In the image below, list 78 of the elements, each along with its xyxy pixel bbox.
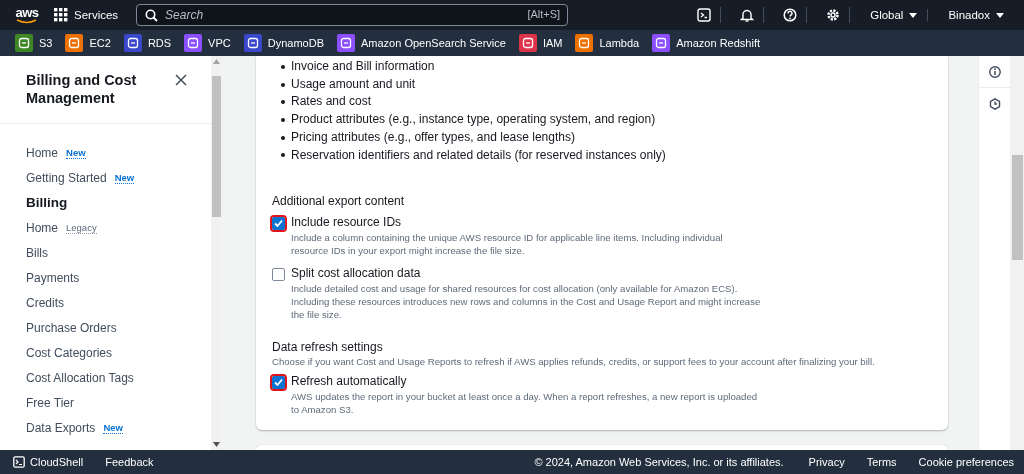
close-button[interactable] [175,74,187,86]
caret-icon [996,12,1004,18]
info-icon [988,65,1001,78]
nav-section-heading: Billing [26,195,68,210]
nav-link[interactable]: Credits [26,295,64,310]
nav-link[interactable]: Cost Allocation Tags [26,370,134,385]
nav-link[interactable]: Free Tier [26,395,74,410]
services-menu-button[interactable]: Services [54,8,119,22]
footer-link[interactable]: Terms [866,456,897,468]
list-item: Rates and cost [291,93,372,111]
section-title: Data refresh settings [272,340,384,355]
nav-link[interactable]: Home [26,220,58,235]
bullet-icon [281,64,285,69]
terminal-icon[interactable] [697,8,712,22]
list-item: Pricing attributes (e.g., offer types, and lease lengths) [291,128,575,146]
option-description: Include detailed cost and usage for shared resources for cost allocation (only available for Amazon ECS). Including these resources introduces new rows and columns in the Cost and Usage Report and might increase the file size. [291,282,761,322]
shortcut-hint: [Alt+S] [527,8,561,20]
list-item: Invoice and Bill information [291,58,435,75]
checkbox[interactable] [272,268,285,282]
aws-logo[interactable]: aws [14,6,40,24]
caret-icon [909,12,918,18]
copyright-text: © 2024, Amazon Web Services, Inc. or its affiliates. [534,456,784,468]
feedback-link[interactable]: Feedback [105,456,154,468]
nav-link[interactable]: Home [26,145,58,160]
checkbox[interactable] [272,217,285,231]
account-menu[interactable]: Binadox [938,9,1014,21]
favorite-service-link[interactable]: S3 [15,34,53,52]
nav-link[interactable]: Data Exports [26,420,96,435]
nav-badge: New [103,421,123,434]
nav-link[interactable]: Purchase Orders [26,320,117,335]
help-icon[interactable] [783,8,798,22]
favorite-service-link[interactable]: Amazon Redshift [652,34,760,52]
section-title: Additional export content [272,194,406,209]
favorite-service-link[interactable]: VPC [184,34,231,52]
bullet-icon [281,100,285,105]
close-icon [175,74,187,86]
checkbox-label[interactable]: Include resource IDs [291,214,761,232]
favorite-service-link[interactable]: RDS [123,34,172,52]
favorite-service-link[interactable]: IAM [518,34,563,52]
section-description: Choose if you want Cost and Usage Reports to refresh if AWS applies refunds, credits, or support fees to your account after finalizing your bill. [272,356,876,368]
bell-icon[interactable] [740,8,755,22]
nav-link[interactable]: Getting Started [26,170,107,185]
grid-icon [54,8,68,22]
nav-badge: New [66,146,86,159]
list-item: Product attributes (e.g., instance type, operating system, and region) [291,111,656,129]
bullet-icon [281,82,285,87]
region-menu[interactable]: Global [860,9,929,21]
checkbox-label[interactable]: Split cost allocation data [291,265,761,283]
footer-link[interactable]: Privacy [808,456,845,468]
scroll-down-icon[interactable] [213,442,220,447]
scrollbar-thumb[interactable] [212,76,221,217]
terminal-icon [13,456,25,468]
bullet-icon [281,153,285,158]
footer-link[interactable]: Cookie preferences [918,456,1014,468]
smile-icon [16,18,38,24]
bullet-icon [281,117,285,122]
nav-link[interactable]: Bills [26,245,48,260]
search-icon [145,9,159,22]
clock-icon [988,98,1001,110]
scrollbar-thumb[interactable] [1012,155,1023,260]
option-description: AWS updates the report in your bucket at least once a day. When a report refreshes, a new report is uploaded to Amazon S3. [291,390,759,417]
nav-badge: Legacy [66,221,97,234]
favorite-service-link[interactable]: DynamoDB [243,34,324,52]
settings-icon[interactable] [826,8,841,22]
checkbox-label[interactable]: Refresh automatically [291,373,761,391]
list-item: Reservation identifiers and related details (for reserved instances only) [291,146,666,164]
nav-badge: New [114,171,135,184]
sidebar-title: Billing and Cost Management [26,71,138,107]
favorite-service-link[interactable]: Lambda [575,34,640,52]
favorite-service-link[interactable]: Amazon OpenSearch Service [337,34,506,52]
bullet-icon [281,135,285,140]
option-description: Include a column containing the unique AWS resource ID for applicable line items. Including individual resource IDs in your export might increase the file size. [291,231,724,258]
list-item: Usage amount and unit [291,75,416,93]
checkbox[interactable] [272,376,285,390]
favorite-service-link[interactable]: EC2 [65,34,111,52]
cloudshell-button[interactable]: CloudShell [13,456,84,468]
nav-link[interactable]: Payments [26,270,80,285]
nav-link[interactable]: Cost Categories [26,345,113,360]
